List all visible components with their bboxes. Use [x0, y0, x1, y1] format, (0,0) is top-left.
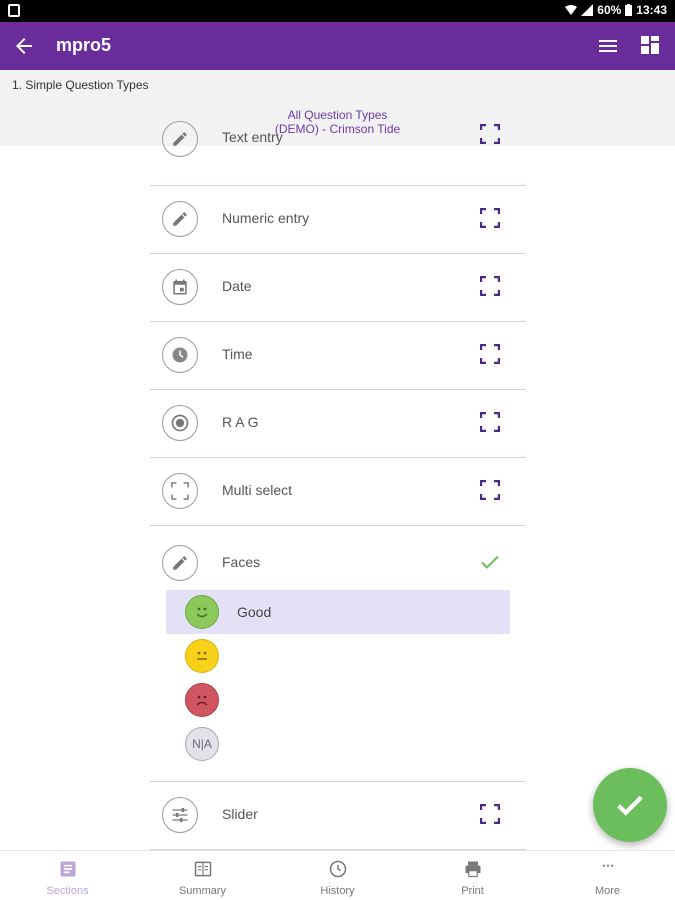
- expand-icon[interactable]: [480, 124, 500, 144]
- question-icon-circle: [162, 269, 198, 305]
- question-label: Slider: [222, 806, 258, 822]
- check-icon: [481, 555, 499, 569]
- pencil-icon: [173, 556, 187, 570]
- more-dots-icon: [602, 864, 614, 867]
- status-right: 60% 13:43: [565, 3, 667, 17]
- face-option-na[interactable]: N|A: [166, 722, 510, 766]
- radio-target-icon: [171, 414, 189, 432]
- check-icon: [617, 795, 643, 816]
- question-row-numeric-entry[interactable]: Numeric entry: [150, 186, 526, 254]
- section-title: 1. Simple Question Types: [12, 78, 149, 92]
- nav-print[interactable]: Print: [405, 851, 540, 900]
- printer-icon: [465, 861, 481, 878]
- summary-icon: [194, 861, 212, 877]
- face-option-sad[interactable]: [166, 678, 510, 722]
- question-icon-circle: [162, 121, 198, 157]
- nav-label: Print: [461, 885, 484, 897]
- bottom-navigation: Sections Summary History Print More: [0, 850, 675, 900]
- nav-sections[interactable]: Sections: [0, 851, 135, 900]
- question-row-date[interactable]: Date: [150, 254, 526, 322]
- nav-label: Summary: [178, 885, 227, 897]
- question-icon-circle: [162, 545, 198, 581]
- expand-icon[interactable]: [480, 412, 500, 432]
- clock-time: 13:43: [636, 3, 667, 17]
- pencil-icon: [173, 132, 187, 146]
- question-label: Date: [222, 278, 252, 294]
- expand-icon[interactable]: [480, 480, 500, 500]
- clock-icon: [172, 347, 188, 363]
- sliders-icon: [172, 807, 188, 823]
- status-bar: 60% 13:43: [0, 0, 675, 22]
- pencil-icon: [173, 212, 187, 226]
- submit-fab-button[interactable]: [593, 768, 667, 842]
- expand-icon[interactable]: [480, 804, 500, 824]
- face-option-label: Good: [237, 604, 272, 620]
- question-row-time[interactable]: Time: [150, 322, 526, 390]
- nav-summary[interactable]: Summary: [135, 851, 270, 900]
- nav-more[interactable]: More: [540, 851, 675, 900]
- back-arrow-icon[interactable]: [12, 34, 36, 58]
- question-label: Faces: [222, 554, 261, 570]
- question-label: Text entry: [222, 129, 283, 145]
- neutral-face-icon: [185, 639, 219, 673]
- nav-history[interactable]: History: [270, 851, 405, 900]
- expand-icon[interactable]: [480, 208, 500, 228]
- signal-icon: [581, 4, 594, 16]
- sad-face-icon: [185, 683, 219, 717]
- happy-face-icon: [185, 595, 219, 629]
- question-row-slider[interactable]: Slider: [150, 782, 526, 850]
- question-icon-circle: [162, 337, 198, 373]
- nav-label: History: [320, 885, 355, 897]
- not-applicable-icon: N|A: [185, 727, 219, 761]
- question-row-rag[interactable]: R A G: [150, 390, 526, 458]
- dashboard-grid-icon[interactable]: [638, 33, 662, 57]
- face-option-neutral[interactable]: [166, 634, 510, 678]
- history-clock-icon: [329, 860, 347, 878]
- question-icon-circle: [162, 405, 198, 441]
- question-icon-circle: [162, 797, 198, 833]
- question-row-text-entry[interactable]: Text entry: [150, 118, 526, 186]
- question-label: Numeric entry: [222, 210, 310, 226]
- calendar-icon: [173, 279, 187, 295]
- question-label: Multi select: [222, 482, 293, 498]
- question-row-faces: Faces Good N|A: [150, 518, 526, 782]
- question-row-multi-select[interactable]: Multi select: [150, 458, 526, 526]
- expand-icon[interactable]: [480, 276, 500, 296]
- expand-icon[interactable]: [480, 344, 500, 364]
- wifi-icon: [565, 5, 578, 15]
- nav-label: Sections: [46, 885, 89, 897]
- nav-label: More: [594, 885, 621, 897]
- question-icon-circle: [162, 473, 198, 509]
- battery-percent: 60%: [597, 3, 622, 17]
- app-title: mpro5: [56, 35, 112, 55]
- battery-icon: [625, 4, 633, 16]
- question-icon-circle: [162, 201, 198, 237]
- notification-icon: [8, 4, 20, 17]
- question-label: Time: [222, 346, 253, 362]
- menu-icon[interactable]: [596, 34, 620, 58]
- focus-frame-icon: [171, 482, 189, 500]
- sections-icon: [60, 861, 76, 877]
- question-label: R A G: [222, 414, 259, 430]
- face-option-good[interactable]: Good: [166, 590, 510, 634]
- app-bar: mpro5: [0, 22, 675, 70]
